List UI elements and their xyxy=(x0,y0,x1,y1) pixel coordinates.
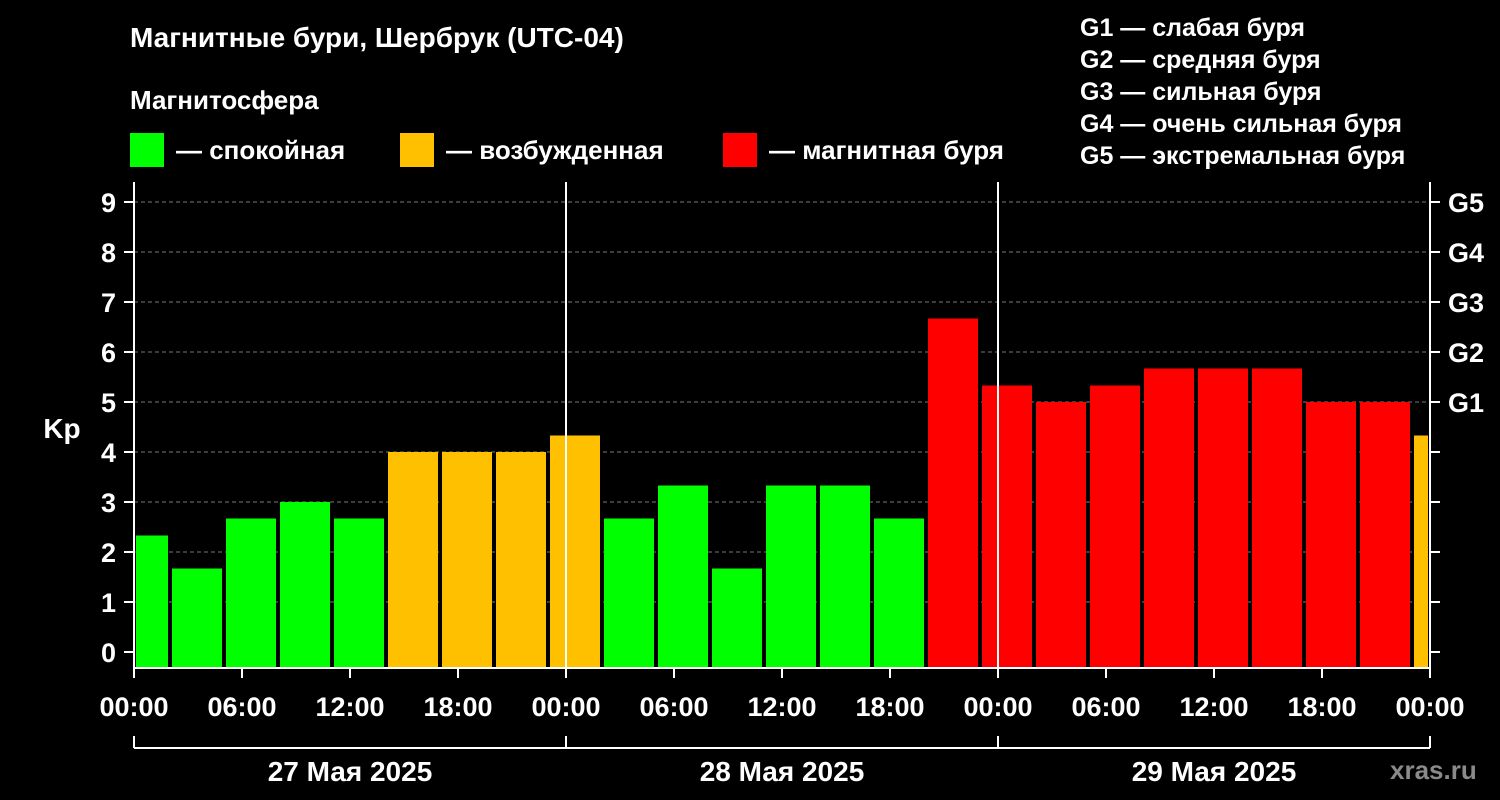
y-tick-label: 6 xyxy=(101,338,116,368)
y-tick-label: 0 xyxy=(101,638,116,668)
kp-bar xyxy=(712,568,762,668)
day-label: 27 Мая 2025 xyxy=(268,756,433,787)
y-tick-label: 9 xyxy=(101,188,116,218)
y-tick-label: 1 xyxy=(101,588,116,618)
kp-bar xyxy=(820,485,870,668)
x-tick-label: 00:00 xyxy=(99,692,168,722)
y-tick-label: 4 xyxy=(101,438,116,468)
y-tick-label: 7 xyxy=(101,288,116,318)
y-tick-label: 2 xyxy=(101,538,116,568)
x-tick-label: 18:00 xyxy=(1287,692,1356,722)
x-tick-label: 00:00 xyxy=(963,692,1032,722)
kp-bar xyxy=(766,485,816,668)
x-tick-label: 12:00 xyxy=(1179,692,1248,722)
x-tick-label: 18:00 xyxy=(855,692,924,722)
day-label: 28 Мая 2025 xyxy=(700,756,865,787)
kp-bar xyxy=(604,518,654,668)
x-tick-label: 18:00 xyxy=(423,692,492,722)
kp-bar xyxy=(1090,385,1140,668)
kp-bar xyxy=(280,502,330,668)
g-level-label: G4 xyxy=(1448,238,1484,268)
kp-bar xyxy=(658,485,708,668)
x-tick-label: 12:00 xyxy=(747,692,816,722)
g-level-label: G2 xyxy=(1448,338,1484,368)
kp-bar xyxy=(1360,402,1410,668)
kp-bar xyxy=(1252,368,1302,668)
g-level-label: G1 xyxy=(1448,388,1484,418)
kp-bar xyxy=(1306,402,1356,668)
kp-bar xyxy=(1414,435,1428,668)
y-axis-label: Kp xyxy=(43,413,80,444)
kp-bar xyxy=(136,535,168,668)
kp-bar xyxy=(874,518,924,668)
g-level-label: G3 xyxy=(1448,288,1484,318)
y-tick-label: 8 xyxy=(101,238,116,268)
kp-bar xyxy=(496,452,546,668)
kp-chart: 0 1 2 3 4 5 6 7 8 9 G1 G2 G3 G4 G5 Kp 00:00 06:00 12:00 18:… xyxy=(43,182,1484,787)
kp-bar xyxy=(1198,368,1248,668)
y-tick-label: 5 xyxy=(101,388,116,418)
kp-bar xyxy=(226,518,276,668)
y-tick-label: 3 xyxy=(101,488,116,518)
x-tick-label: 12:00 xyxy=(315,692,384,722)
x-tick-label: 00:00 xyxy=(1395,692,1464,722)
day-label: 29 Мая 2025 xyxy=(1132,756,1297,787)
x-tick-label: 00:00 xyxy=(531,692,600,722)
x-tick-label: 06:00 xyxy=(1071,692,1140,722)
x-tick-label: 06:00 xyxy=(207,692,276,722)
x-tick-label: 06:00 xyxy=(639,692,708,722)
kp-bar xyxy=(550,435,600,668)
watermark: xras.ru xyxy=(1390,755,1477,785)
kp-bar xyxy=(928,318,978,668)
kp-bar xyxy=(388,452,438,668)
kp-bar xyxy=(982,385,1032,668)
kp-bar xyxy=(1144,368,1194,668)
g-level-label: G5 xyxy=(1448,188,1484,218)
kp-bar xyxy=(442,452,492,668)
kp-bar xyxy=(334,518,384,668)
kp-bar xyxy=(172,568,222,668)
kp-bar xyxy=(1036,402,1086,668)
